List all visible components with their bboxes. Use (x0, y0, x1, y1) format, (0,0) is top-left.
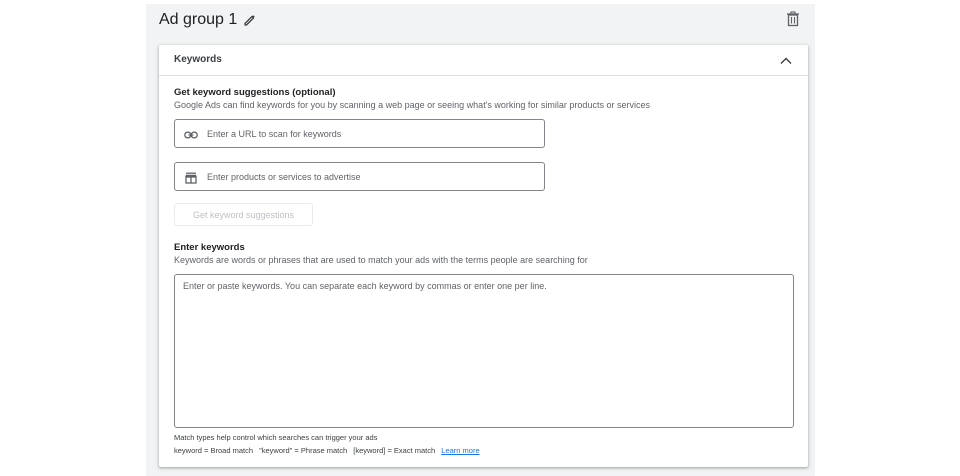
ad-group-header: Ad group 1 (159, 9, 257, 31)
enter-keywords-description: Keywords are words or phrases that are u… (174, 255, 588, 265)
products-field[interactable] (174, 162, 545, 191)
store-icon (184, 171, 198, 184)
exact-match-text: [keyword] = Exact match (353, 446, 436, 455)
learn-more-link[interactable]: Learn more (441, 446, 479, 455)
link-icon (184, 128, 198, 140)
trash-icon[interactable] (786, 11, 800, 27)
keywords-card: Keywords Get keyword suggestions (option… (159, 45, 808, 467)
match-types-legend: keyword = Broad match "keyword" = Phrase… (174, 446, 480, 455)
products-input[interactable] (207, 168, 527, 185)
chevron-up-icon[interactable] (779, 54, 793, 66)
phrase-match-text: "keyword" = Phrase match (259, 446, 348, 455)
enter-keywords-title: Enter keywords (174, 242, 245, 253)
ad-group-title: Ad group 1 (159, 11, 238, 28)
keywords-textarea[interactable] (174, 274, 794, 428)
suggestions-title: Get keyword suggestions (optional) (174, 87, 336, 98)
url-field[interactable] (174, 119, 545, 148)
suggestions-description: Google Ads can find keywords for you by … (174, 100, 650, 110)
get-suggestions-button[interactable]: Get keyword suggestions (174, 203, 313, 226)
broad-match-text: keyword = Broad match (174, 446, 253, 455)
match-types-note: Match types help control which searches … (174, 433, 378, 442)
pencil-icon[interactable] (243, 13, 257, 27)
keywords-card-title: Keywords (174, 54, 222, 65)
keywords-card-header[interactable]: Keywords (159, 45, 808, 76)
url-input[interactable] (207, 125, 527, 142)
